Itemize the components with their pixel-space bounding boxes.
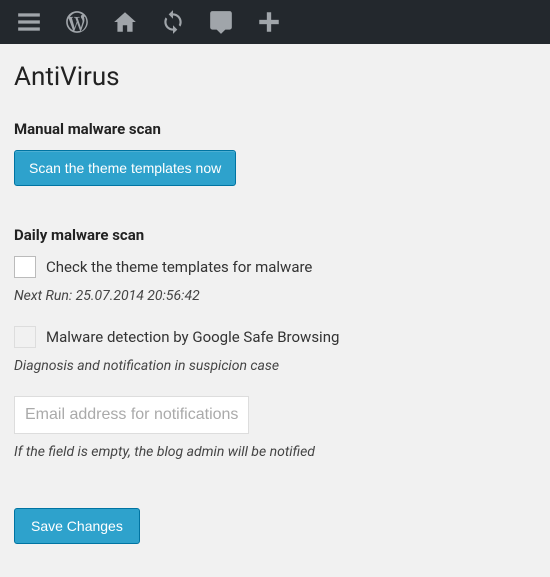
next-run-text: Next Run: 25.07.2014 20:56:42 [14,288,536,304]
comment-icon[interactable] [200,0,242,44]
wordpress-icon[interactable] [56,0,98,44]
check-templates-label: Check the theme templates for malware [46,258,312,276]
page-title: AntiVirus [14,62,536,92]
safe-browsing-row: Malware detection by Google Safe Browsin… [14,326,536,348]
safe-browsing-label: Malware detection by Google Safe Browsin… [46,328,339,346]
check-templates-checkbox[interactable] [14,256,36,278]
manual-scan-heading: Manual malware scan [14,120,536,138]
save-changes-button[interactable]: Save Changes [14,508,140,544]
plus-icon[interactable] [248,0,290,44]
page-content: AntiVirus Manual malware scan Scan the t… [0,44,550,562]
safe-browsing-checkbox[interactable] [14,326,36,348]
daily-scan-heading: Daily malware scan [14,226,536,244]
daily-scan-section: Daily malware scan Check the theme templ… [14,226,536,544]
email-helper: If the field is empty, the blog admin wi… [14,444,536,460]
admin-toolbar [0,0,550,44]
diagnosis-helper: Diagnosis and notification in suspicion … [14,358,536,374]
refresh-icon[interactable] [152,0,194,44]
check-templates-row: Check the theme templates for malware [14,256,536,278]
manual-scan-section: Manual malware scan Scan the theme templ… [14,120,536,186]
scan-now-button[interactable]: Scan the theme templates now [14,150,236,186]
menu-icon[interactable] [8,0,50,44]
home-icon[interactable] [104,0,146,44]
notification-email-input[interactable] [14,396,249,434]
